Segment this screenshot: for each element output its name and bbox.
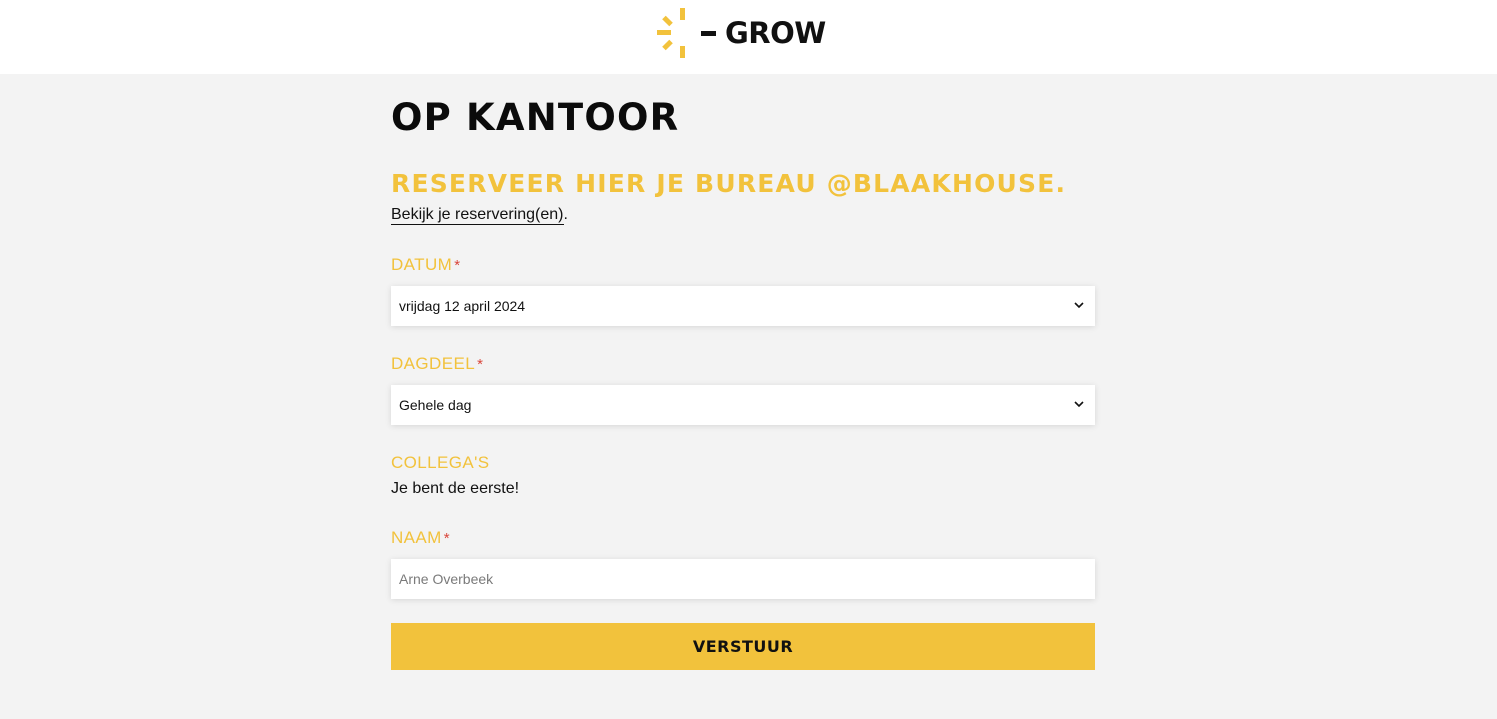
required-asterisk: * [454,257,461,274]
daypart-label: DAGDEEL * [391,354,483,374]
required-asterisk: * [477,356,484,373]
logo-wordmark: GROW [725,15,826,50]
date-label: DATUM * [391,255,460,275]
daypart-select[interactable]: Gehele dag [391,385,1095,425]
date-select[interactable]: vrijdag 12 april 2024 [391,286,1095,326]
colleagues-label: COLLEGA'S [391,453,490,473]
name-input[interactable]: Arne Overbeek [391,559,1095,599]
top-header: GROW [0,0,1497,74]
chevron-down-icon [1074,401,1084,408]
daypart-select-value: Gehele dag [399,397,472,413]
date-label-text: DATUM [391,255,453,274]
name-label: NAAM * [391,528,450,548]
page-title: OP KANTOOR [391,96,680,139]
view-reservations-link[interactable]: Bekijk je reservering(en) [391,206,564,225]
submit-button[interactable]: VERSTUUR [391,623,1095,670]
date-select-value: vrijdag 12 april 2024 [399,298,526,314]
colleagues-label-text: COLLEGA'S [391,453,490,472]
required-asterisk: * [443,530,450,547]
page-subtitle: RESERVEER HIER JE BUREAU @BLAAKHOUSE. [391,169,1067,198]
chevron-down-icon [1074,302,1084,309]
link-period: . [563,206,568,223]
colleagues-status: Je bent de eerste! [391,480,520,497]
view-reservations-line: Bekijk je reservering(en). [391,206,568,225]
name-input-placeholder: Arne Overbeek [399,571,494,587]
name-label-text: NAAM [391,528,442,547]
daypart-label-text: DAGDEEL [391,354,476,373]
logo-dash [701,30,716,36]
grow-logo[interactable]: GROW [657,7,832,59]
sunburst-logo-icon [657,8,685,58]
